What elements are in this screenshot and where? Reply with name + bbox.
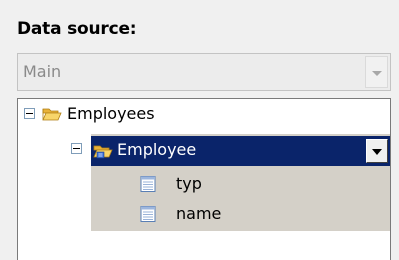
field-icon bbox=[140, 206, 156, 222]
tree-node-employee-row[interactable]: Employee bbox=[91, 136, 390, 166]
chevron-down-icon bbox=[372, 71, 382, 76]
repeating-folder-icon bbox=[93, 145, 113, 159]
tree-node-employee: Employee bbox=[117, 140, 197, 159]
collapse-employee-toggle[interactable] bbox=[71, 143, 82, 154]
tree-node-name[interactable]: name bbox=[176, 204, 221, 223]
folder-open-icon bbox=[42, 108, 62, 121]
chevron-down-icon bbox=[372, 149, 382, 155]
tree-node-employees[interactable]: Employees bbox=[67, 104, 155, 123]
data-source-dropdown-button[interactable] bbox=[365, 56, 388, 88]
node-menu-button[interactable] bbox=[366, 139, 388, 163]
tree-node-typ[interactable]: typ bbox=[176, 174, 202, 193]
data-source-tree[interactable]: Employees Employee typ name bbox=[17, 98, 391, 260]
data-source-panel: Data source: Main Employees Employee typ… bbox=[0, 0, 399, 260]
collapse-employees-toggle[interactable] bbox=[24, 108, 35, 119]
data-source-label: Data source: bbox=[17, 19, 137, 39]
field-icon bbox=[140, 176, 156, 192]
data-source-select-value: Main bbox=[23, 62, 62, 81]
data-source-select[interactable]: Main bbox=[17, 53, 391, 91]
